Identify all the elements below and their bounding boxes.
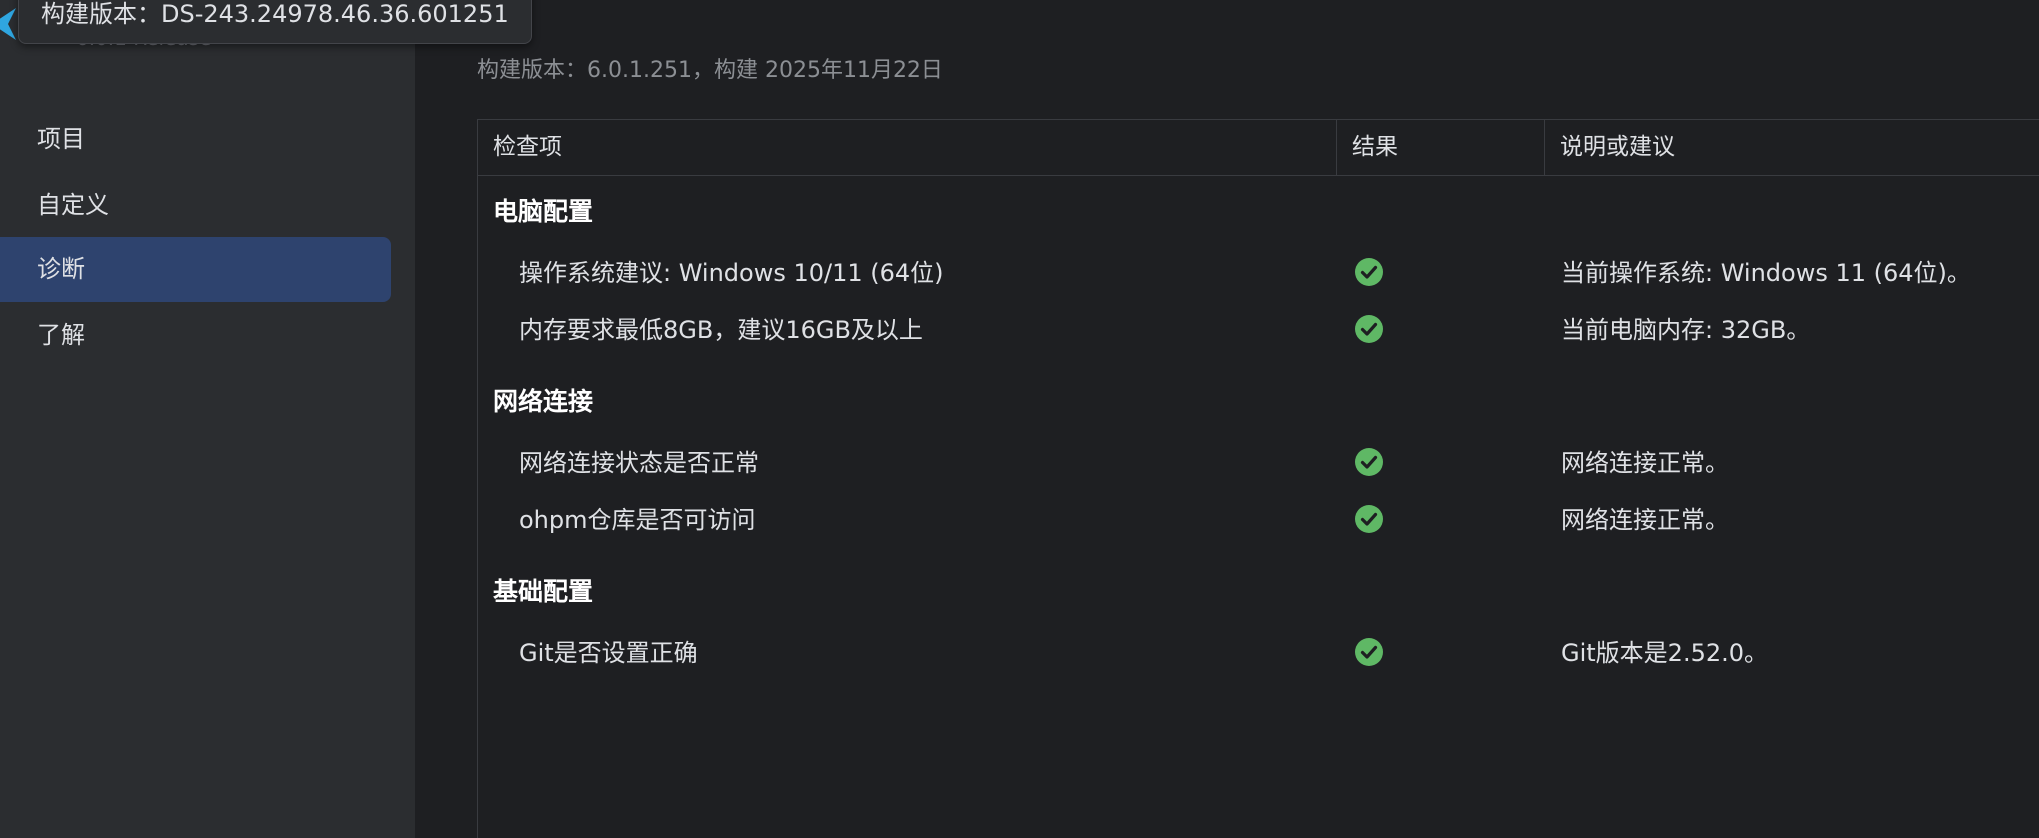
build-version-tooltip: 构建版本：DS-243.24978.46.36.601251 <box>18 0 532 44</box>
sidebar-item-label: 了解 <box>37 321 85 349</box>
sidebar-item-label: 自定义 <box>37 191 109 219</box>
note-network-status: 网络连接正常。 <box>1561 449 1729 477</box>
table-header: 检查项 结果 说明或建议 <box>478 120 2039 176</box>
column-header-note: 说明或建议 <box>1560 134 1675 160</box>
sidebar-item-projects[interactable]: 项目 <box>0 107 391 172</box>
build-info: 构建版本：6.0.1.251，构建 2025年11月22日 <box>477 58 943 83</box>
diagnostics-table: 检查项 结果 说明或建议 电脑配置 操作系统建议: Windows 10/11 … <box>477 119 2039 838</box>
sidebar-item-label: 诊断 <box>37 255 85 283</box>
sidebar-item-learn[interactable]: 了解 <box>0 303 391 368</box>
section-title-basic-config: 基础配置 <box>493 577 594 606</box>
check-item-memory: 内存要求最低8GB，建议16GB及以上 <box>519 316 923 344</box>
note-ohpm: 网络连接正常。 <box>1561 506 1729 534</box>
diagnostics-window: 6.0.1 Release 项目 自定义 诊断 了解 构建版本：DS-243.2… <box>0 0 2039 838</box>
note-git: Git版本是2.52.0。 <box>1561 639 1769 667</box>
note-os: 当前操作系统: Windows 11 (64位)。 <box>1561 259 1971 287</box>
check-item-git: Git是否设置正确 <box>519 639 698 667</box>
sidebar-item-label: 项目 <box>37 125 85 153</box>
sidebar: 6.0.1 Release 项目 自定义 诊断 了解 <box>0 0 415 838</box>
section-title-network: 网络连接 <box>493 387 594 416</box>
check-circle-icon <box>1355 258 1383 286</box>
check-item-network-status: 网络连接状态是否正常 <box>519 449 759 477</box>
check-item-os: 操作系统建议: Windows 10/11 (64位) <box>519 259 944 287</box>
sidebar-item-diagnostics[interactable]: 诊断 <box>0 237 391 302</box>
note-memory: 当前电脑内存: 32GB。 <box>1561 316 1811 344</box>
sidebar-item-customize[interactable]: 自定义 <box>0 173 391 238</box>
column-header-result: 结果 <box>1337 120 1545 175</box>
check-circle-icon <box>1355 315 1383 343</box>
section-title-computer-config: 电脑配置 <box>493 197 594 226</box>
check-circle-icon <box>1355 448 1383 476</box>
check-circle-icon <box>1355 505 1383 533</box>
column-header-check-item: 检查项 <box>478 120 1337 175</box>
check-circle-icon <box>1355 638 1383 666</box>
check-item-ohpm: ohpm仓库是否可访问 <box>519 506 756 534</box>
tooltip-text: 构建版本：DS-243.24978.46.36.601251 <box>41 0 509 28</box>
